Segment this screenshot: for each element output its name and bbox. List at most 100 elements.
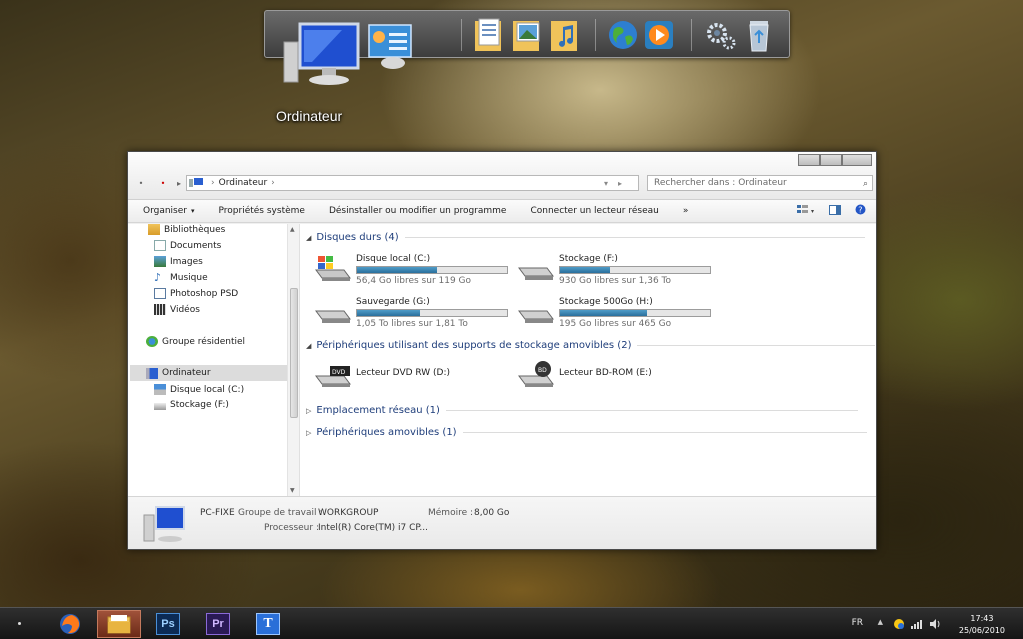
breadcrumb-location[interactable]: Ordinateur — [219, 178, 268, 188]
drive-name: Disque local (C:) — [356, 254, 431, 264]
bd-drive-icon: BD — [518, 361, 554, 387]
documents-folder-icon[interactable] — [471, 17, 507, 53]
breadcrumb-chevron-icon[interactable]: › — [271, 178, 275, 188]
globe-icon[interactable] — [605, 17, 641, 53]
computer-icon[interactable] — [282, 22, 362, 92]
dock-separator — [461, 19, 462, 51]
nav-libraries[interactable]: Bibliothèques — [148, 224, 225, 235]
group-network-location[interactable]: ▷ Emplacement réseau (1) — [306, 405, 858, 416]
details-pane: PC-FIXE Groupe de travail : WORKGROUP Mé… — [128, 496, 876, 549]
recycle-bin-icon[interactable] — [741, 17, 777, 53]
pictures-folder-icon[interactable] — [509, 17, 545, 53]
dvd-badge: DVD — [332, 369, 346, 376]
group-removable-devices[interactable]: ▷ Périphériques amovibles (1) — [306, 427, 867, 438]
settings-gears-icon[interactable] — [703, 17, 739, 53]
optical-drive-tile[interactable]: DVD Lecteur DVD RW (D:) — [314, 360, 450, 388]
nav-scrollbar[interactable]: ▲ ▼ — [287, 224, 299, 496]
libraries-icon — [148, 224, 160, 235]
search-input[interactable]: Rechercher dans : Ordinateur ⌕ — [647, 175, 873, 191]
show-hidden-icons-icon[interactable]: ▲ — [878, 618, 883, 626]
group-divider — [404, 237, 865, 238]
explorer-icon — [107, 615, 131, 634]
drive-usage-fill — [560, 267, 610, 273]
volume-icon[interactable] — [930, 619, 941, 629]
documents-icon — [154, 240, 166, 251]
help-icon[interactable]: ? — [855, 204, 866, 215]
taskbar-explorer[interactable] — [97, 610, 141, 638]
expand-triangle-icon: ▷ — [306, 428, 312, 437]
nav-images[interactable]: Images — [154, 256, 203, 267]
nav-music[interactable]: ♪ Musique — [154, 272, 208, 283]
nav-homegroup[interactable]: Groupe résidentiel — [146, 336, 245, 347]
title-bar: • • ▸ › Ordinateur › ▾▸ Rechercher dans … — [128, 152, 876, 200]
minimize-button[interactable] — [798, 154, 820, 166]
preview-pane-icon[interactable] — [829, 204, 841, 215]
tray-app-icon[interactable] — [893, 618, 905, 630]
drive-name: Lecteur BD-ROM (E:) — [559, 368, 652, 378]
computer-large-icon — [143, 506, 185, 542]
clock[interactable]: 17:43 25/06/2010 — [959, 613, 1005, 637]
system-properties-button[interactable]: Propriétés système — [219, 206, 305, 216]
group-removable-storage[interactable]: ◢ Périphériques utilisant des supports d… — [306, 340, 876, 351]
group-hard-drives[interactable]: ◢ Disques durs (4) — [306, 232, 865, 243]
svg-text:?: ? — [858, 206, 862, 215]
uninstall-program-button[interactable]: Désinstaller ou modifier un programme — [329, 206, 507, 216]
music-icon: ♪ — [154, 271, 162, 284]
nav-photoshop-psd[interactable]: Photoshop PSD — [154, 288, 238, 299]
nav-homegroup-label: Groupe résidentiel — [162, 336, 246, 347]
scroll-up-icon[interactable]: ▲ — [290, 226, 295, 233]
nav-videos[interactable]: Vidéos — [154, 304, 200, 315]
more-commands-button[interactable]: » — [683, 206, 689, 216]
drive-usage-fill — [357, 310, 420, 316]
start-button[interactable] — [18, 622, 21, 625]
taskbar-photoshop[interactable]: Ps — [146, 610, 190, 638]
processor-value: Intel(R) Core(TM) i7 CP... — [318, 523, 429, 533]
taskbar-firefox[interactable] — [48, 610, 92, 638]
drive-free-space: 1,05 To libres sur 1,81 To — [356, 319, 468, 329]
network-signal-icon[interactable] — [911, 620, 923, 629]
scroll-down-icon[interactable]: ▼ — [290, 487, 295, 494]
drive-tile[interactable]: Stockage (F:) 930 Go libres sur 1,36 To — [517, 254, 711, 286]
nav-documents[interactable]: Documents — [154, 240, 221, 251]
nav-computer-label: Ordinateur — [162, 368, 211, 378]
breadcrumb-separator-icon: › — [211, 178, 215, 188]
nav-storage[interactable]: Stockage (F:) — [154, 400, 229, 410]
firefox-icon — [60, 614, 80, 634]
search-icon[interactable]: ⌕ — [863, 177, 868, 191]
drive-icon — [154, 402, 166, 410]
close-button[interactable] — [842, 154, 872, 166]
taskbar-premiere[interactable]: Pr — [196, 610, 240, 638]
search-placeholder: Rechercher dans : Ordinateur — [654, 178, 787, 188]
view-options-icon[interactable]: ▾ — [797, 204, 815, 215]
group-divider — [445, 410, 858, 411]
taskbar: Ps Pr T FR ▲ 17:43 25/06/2010 — [0, 607, 1023, 639]
taskbar-typography[interactable]: T — [246, 610, 290, 638]
pc-name: PC-FIXE — [200, 508, 235, 518]
drive-name: Lecteur DVD RW (D:) — [356, 368, 451, 378]
forward-button[interactable]: • — [158, 179, 168, 189]
scroll-thumb[interactable] — [290, 288, 298, 418]
nav-storage-label: Stockage (F:) — [170, 400, 229, 410]
recent-pages-button[interactable]: ▸ — [174, 179, 184, 189]
control-panel-icon[interactable] — [365, 21, 415, 71]
back-button[interactable]: • — [136, 179, 146, 189]
dock-separator — [595, 19, 596, 51]
organize-button[interactable]: Organiser ▾ — [143, 206, 195, 216]
drive-tile[interactable]: Disque local (C:) 56,4 Go libres sur 119… — [314, 254, 508, 286]
address-dropdown-refresh-icon[interactable]: ▾▸ — [604, 179, 632, 188]
optical-drive-tile[interactable]: BD Lecteur BD-ROM (E:) — [517, 360, 652, 388]
windows-drive-icon — [315, 256, 351, 281]
nav-music-label: Musique — [170, 272, 208, 283]
music-folder-icon[interactable] — [547, 17, 583, 53]
map-network-drive-button[interactable]: Connecter un lecteur réseau — [530, 206, 658, 216]
maximize-button[interactable] — [820, 154, 842, 166]
media-player-icon[interactable] — [641, 17, 677, 53]
drive-tile[interactable]: Sauvegarde (G:) 1,05 To libres sur 1,81 … — [314, 297, 508, 329]
nav-local-disk[interactable]: Disque local (C:) — [154, 384, 244, 395]
dock-separator — [691, 19, 692, 51]
drive-tile[interactable]: Stockage 500Go (H:) 195 Go libres sur 46… — [517, 297, 711, 329]
address-bar[interactable]: › Ordinateur › ▾▸ — [186, 175, 639, 191]
nav-computer[interactable]: Ordinateur — [130, 365, 298, 381]
language-indicator[interactable]: FR — [852, 618, 863, 628]
group-divider — [462, 432, 867, 433]
